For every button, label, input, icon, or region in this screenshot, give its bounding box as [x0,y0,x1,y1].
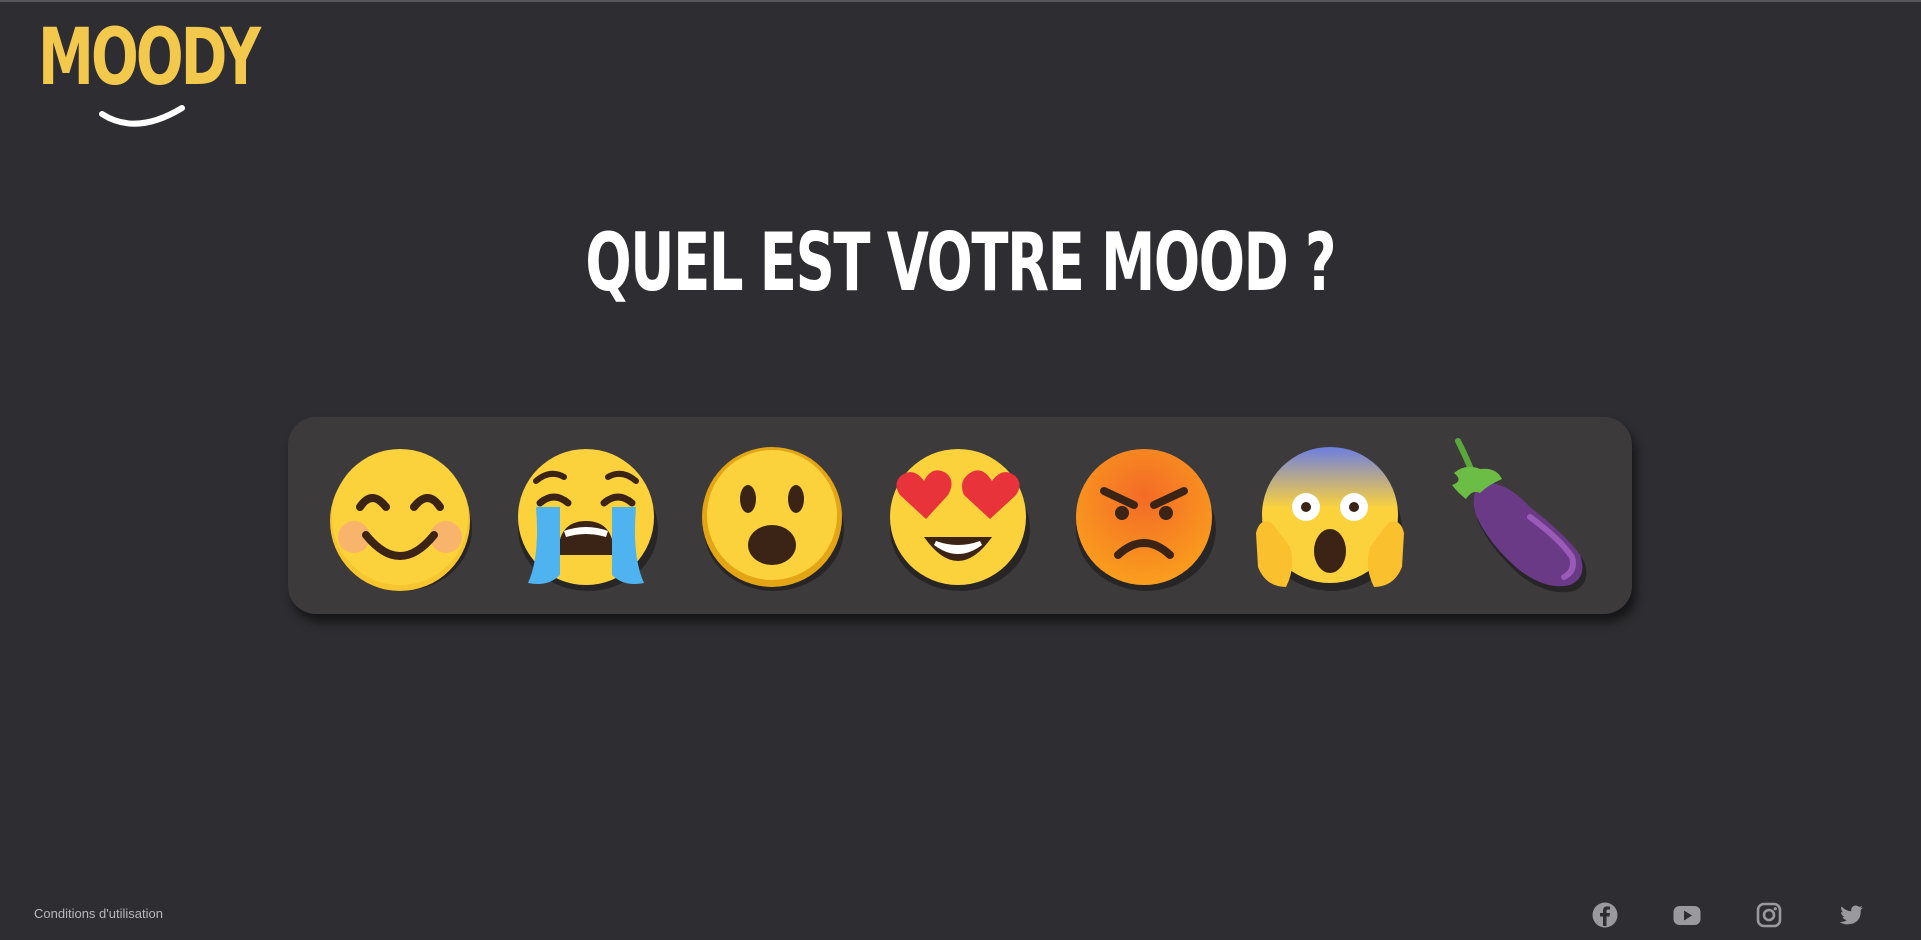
facebook-icon [1592,902,1618,928]
youtube-link[interactable] [1672,900,1702,930]
mood-button-happy[interactable] [320,437,480,597]
surprised-face-icon [702,447,844,591]
page-title-text: QUEL EST VOTRE MOOD ? [585,216,1337,309]
mood-selector [288,417,1632,614]
smiling-face-icon [330,449,472,591]
instagram-link[interactable] [1754,900,1784,930]
logo-smile-icon [99,105,185,127]
mood-button-surprised[interactable] [692,437,852,597]
twitter-icon [1839,905,1863,925]
instagram-icon [1756,902,1782,928]
page-title: QUEL EST VOTRE MOOD ? [0,218,1921,308]
logo-text: MOODY [38,13,261,103]
eggplant-icon [1452,438,1587,593]
youtube-icon [1673,906,1701,925]
angry-face-icon [1076,449,1216,591]
crying-face-icon [518,449,658,591]
mood-button-eggplant[interactable] [1436,437,1596,597]
mood-button-angry[interactable] [1064,437,1224,597]
logo[interactable]: MOODY [38,13,261,127]
mood-button-sad[interactable] [506,437,666,597]
heart-eyes-face-icon [890,449,1030,591]
mood-button-love[interactable] [878,437,1038,597]
facebook-link[interactable] [1590,900,1620,930]
terms-link[interactable]: Conditions d'utilisation [34,906,163,921]
mood-button-scared[interactable] [1250,437,1410,597]
screaming-face-icon [1256,447,1404,591]
twitter-link[interactable] [1836,900,1866,930]
top-border [0,0,1921,2]
